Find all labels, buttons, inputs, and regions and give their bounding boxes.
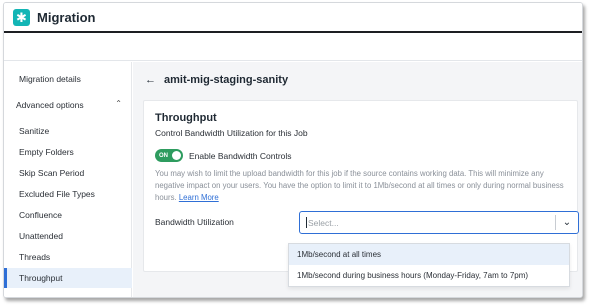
sidebar-item-label: Unattended (19, 231, 63, 241)
select-placeholder: Select... (308, 217, 339, 228)
toggle-knob (172, 151, 181, 160)
learn-more-link[interactable]: Learn More (179, 193, 219, 202)
bandwidth-toggle[interactable]: ON (155, 149, 183, 162)
sidebar-item-label: Migration details (19, 74, 81, 84)
card-subtitle: Control Bandwidth Utilization for this J… (155, 128, 308, 138)
option-always[interactable]: 1Mb/second at all times (289, 244, 569, 265)
bandwidth-utilization-select[interactable]: Select... ⌄ (299, 211, 579, 234)
app-header: ✱ Migration (4, 3, 582, 33)
sidebar-item-sanitize[interactable]: Sanitize (4, 121, 132, 141)
bandwidth-toggle-row: ON Enable Bandwidth Controls (155, 149, 292, 162)
sidebar-item-skip-scan-period[interactable]: Skip Scan Period (4, 163, 132, 183)
text-caret (306, 217, 307, 228)
back-arrow-icon[interactable]: ← (145, 74, 156, 86)
sidebar-item-label: Threads (19, 252, 51, 262)
toggle-label: Enable Bandwidth Controls (189, 150, 292, 161)
app-title: Migration (37, 9, 96, 25)
sidebar-item-label: Confluence (19, 210, 63, 220)
option-label: 1Mb/second during business hours (Monday… (297, 271, 529, 280)
option-label: 1Mb/second at all times (297, 250, 382, 259)
sidebar-item-label: Excluded File Types (19, 189, 95, 199)
app-window: ✱ Migration Migration details Advanced o… (3, 2, 583, 298)
option-business-hours[interactable]: 1Mb/second during business hours (Monday… (289, 265, 569, 286)
sidebar-item-label: Throughput (19, 273, 63, 283)
toolbar (4, 35, 582, 61)
sidebar-item-label: Advanced options (16, 100, 84, 110)
chevron-up-icon: ⌃ (115, 99, 122, 108)
sidebar-group-advanced-options[interactable]: Advanced options ⌃ (4, 95, 132, 115)
sidebar-item-empty-folders[interactable]: Empty Folders (4, 142, 132, 162)
sidebar-item-label: Sanitize (19, 126, 50, 136)
bandwidth-utilization-label: Bandwidth Utilization (155, 217, 234, 227)
toggle-state-text: ON (159, 152, 168, 159)
sidebar-item-migration-details[interactable]: Migration details (4, 69, 132, 89)
sidebar-item-threads[interactable]: Threads (4, 247, 132, 267)
bandwidth-options-menu: 1Mb/second at all times 1Mb/second durin… (288, 243, 570, 287)
sidebar-item-throughput[interactable]: Throughput (4, 268, 132, 288)
page-title: amit-mig-staging-sanity (164, 74, 289, 86)
card-title: Throughput (155, 112, 217, 124)
breadcrumb: ← amit-mig-staging-sanity (145, 74, 288, 86)
app-logo-icon: ✱ (13, 8, 30, 26)
sidebar-item-unattended[interactable]: Unattended (4, 226, 132, 246)
sidebar-item-label: Skip Scan Period (19, 168, 85, 178)
chevron-down-icon[interactable]: ⌄ (556, 217, 578, 228)
bandwidth-description: You may wish to limit the upload bandwid… (155, 168, 570, 204)
sidebar-item-confluence[interactable]: Confluence (4, 205, 132, 225)
sidebar-item-label: Empty Folders (19, 147, 74, 157)
select-input[interactable]: Select... (300, 217, 555, 228)
sidebar: Migration details Advanced options ⌃ San… (4, 62, 132, 297)
sidebar-item-excluded-file-types[interactable]: Excluded File Types (4, 184, 132, 204)
